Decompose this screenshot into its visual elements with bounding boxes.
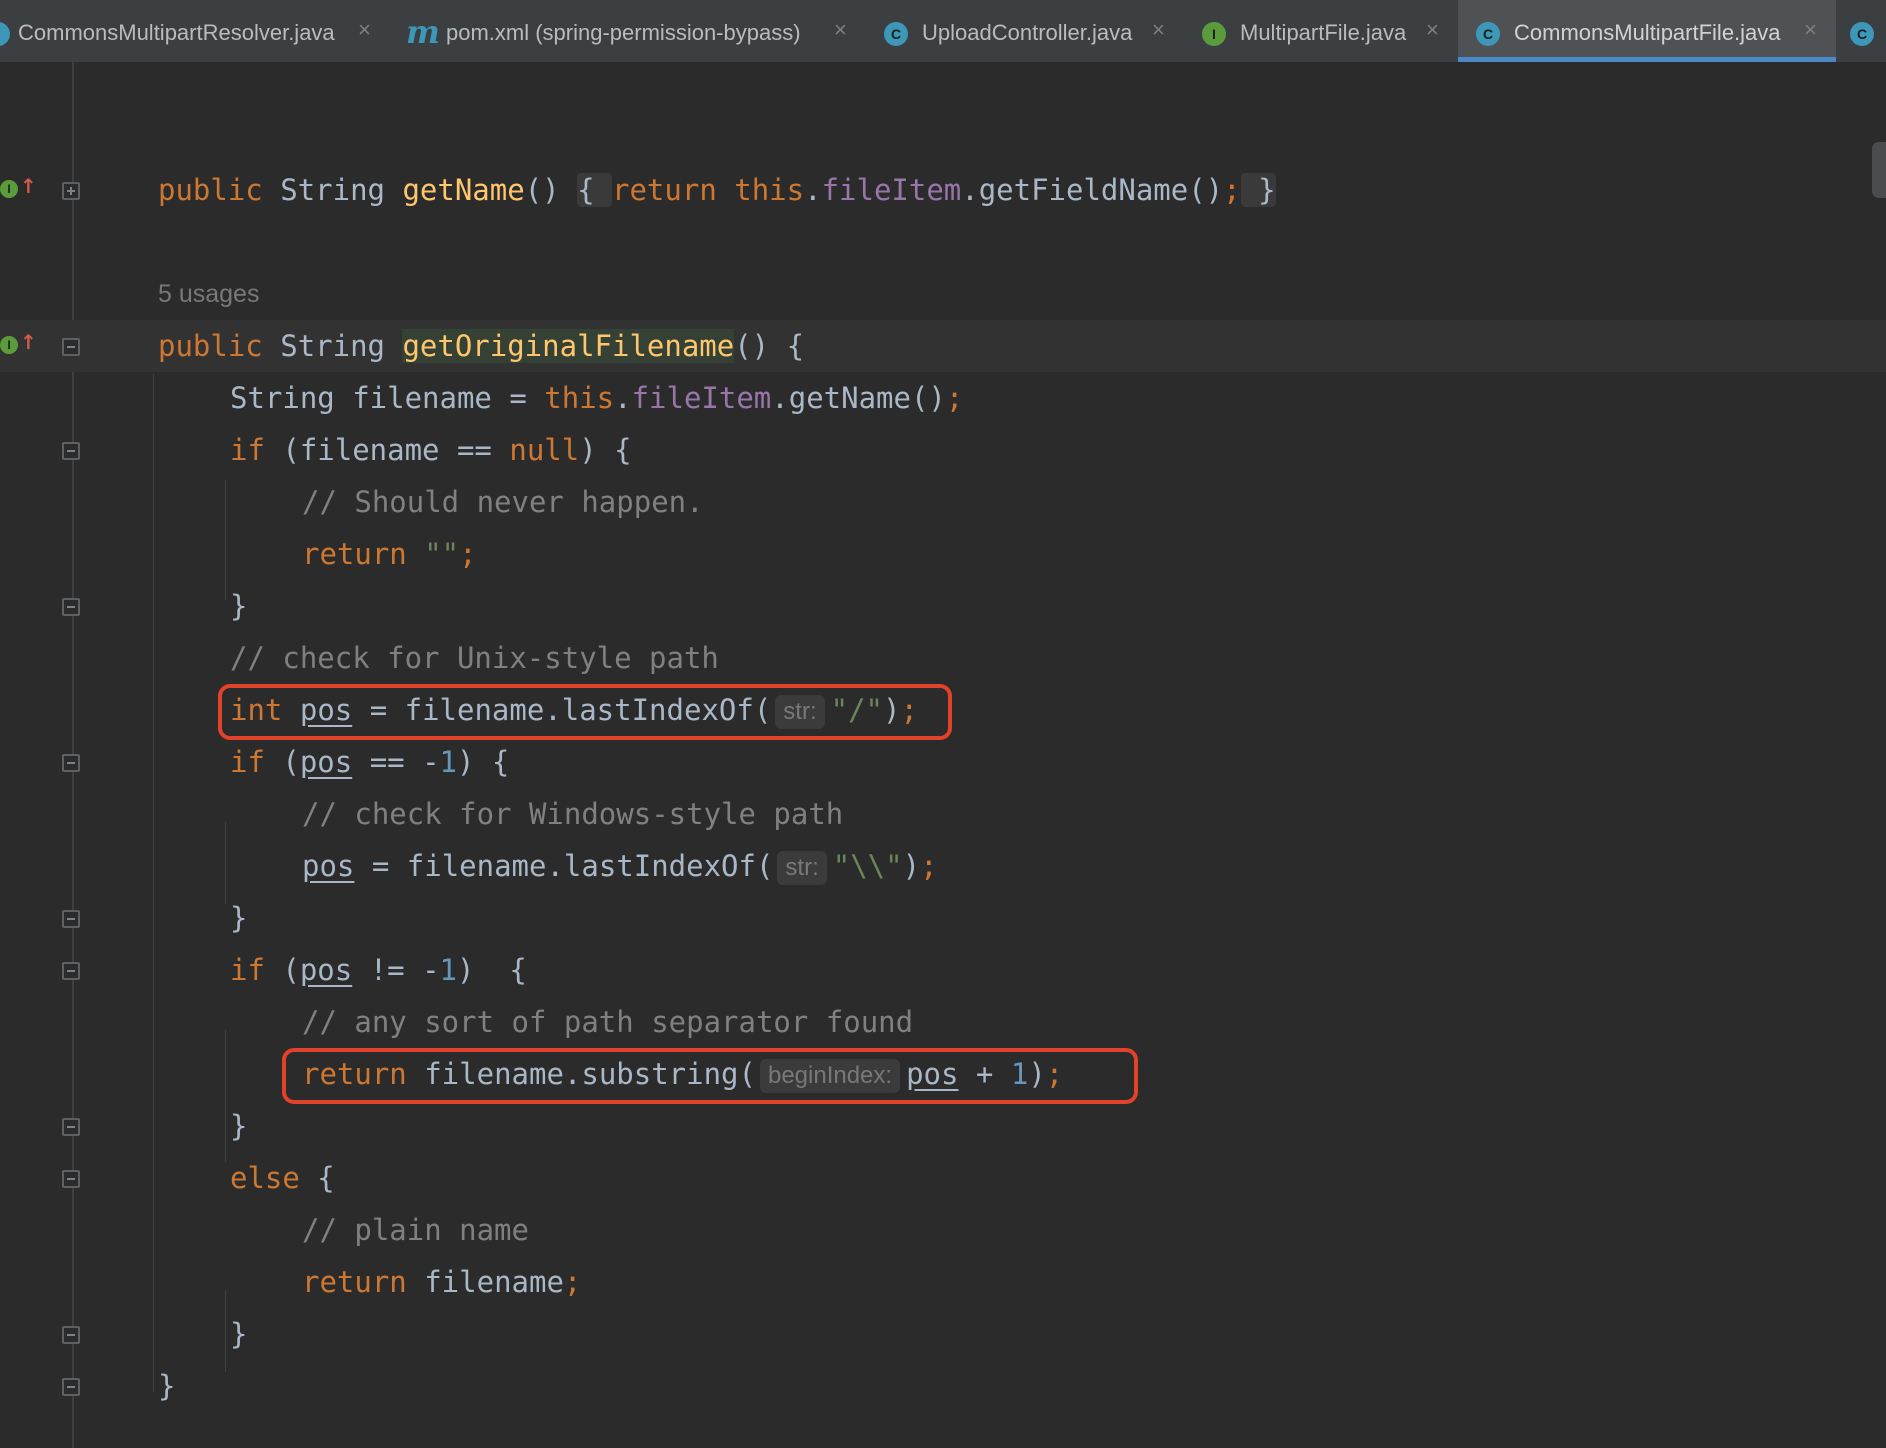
fold-end-icon[interactable]: [62, 1326, 80, 1344]
fold-end-icon[interactable]: [62, 1118, 80, 1136]
fold-collapse-icon[interactable]: [62, 338, 80, 356]
tab-multipartfile[interactable]: I MultipartFile.java ×: [1186, 0, 1458, 62]
code-line: if (pos == -1) {: [230, 745, 510, 779]
code-comment: // check for Windows-style path: [302, 797, 844, 831]
fold-expand-icon[interactable]: [62, 182, 80, 200]
fold-end-icon[interactable]: [62, 598, 80, 616]
code-line: }: [230, 589, 248, 623]
folded-brace[interactable]: }: [1240, 173, 1276, 207]
code-line: }: [230, 901, 248, 935]
class-icon: C: [884, 22, 908, 46]
fold-end-icon[interactable]: [62, 1378, 80, 1396]
close-icon[interactable]: ×: [834, 17, 847, 43]
code-line: return "";: [302, 537, 477, 571]
fold-collapse-icon[interactable]: [62, 1170, 80, 1188]
class-icon: C: [1476, 22, 1500, 46]
annotation-box: [218, 684, 952, 740]
indent-guide: [225, 1030, 226, 1162]
folded-brace[interactable]: {: [577, 173, 613, 207]
tab-label: MultipartFile.java: [1240, 20, 1407, 45]
variable-pos: pos: [299, 953, 353, 987]
code-editor[interactable]: I ↑ I ↑ public String getName() { return…: [0, 62, 1886, 1448]
indent-guide: [153, 374, 154, 1392]
code-comment: // Should never happen.: [302, 485, 704, 519]
code-line: pos = filename.lastIndexOf(str: "\\");: [302, 849, 938, 885]
up-arrow-icon: ↑: [20, 174, 37, 198]
method-name-highlight: getOriginalFilename: [402, 329, 735, 363]
variable-pos: pos: [299, 745, 353, 779]
usages-hint[interactable]: 5 usages: [158, 280, 259, 309]
implements-method-marker[interactable]: I ↑: [0, 174, 37, 204]
scrollbar-thumb[interactable]: [1872, 142, 1886, 198]
code-comment: // plain name: [302, 1213, 529, 1247]
up-arrow-icon: ↑: [20, 330, 37, 354]
tab-pom-xml[interactable]: m pom.xml (spring-permission-bypass) ×: [402, 0, 870, 62]
code-comment: // check for Unix-style path: [230, 641, 719, 675]
close-icon[interactable]: ×: [1152, 17, 1165, 43]
code-line: }: [230, 1317, 248, 1351]
indent-guide: [225, 1290, 226, 1372]
tab-overflow[interactable]: C: [1836, 0, 1886, 62]
class-icon: [0, 22, 10, 46]
tab-commonsmultipartfile[interactable]: C CommonsMultipartFile.java ×: [1458, 0, 1836, 62]
tab-commonsmultipartresolver[interactable]: CommonsMultipartResolver.java ×: [0, 0, 388, 62]
interface-icon: I: [1202, 22, 1226, 46]
code-line: }: [230, 1109, 248, 1143]
tab-label: pom.xml (spring-permission-bypass): [446, 20, 801, 45]
code-line: public String getName() { return this.fi…: [158, 173, 1276, 207]
fold-end-icon[interactable]: [62, 910, 80, 928]
indent-guide: [225, 480, 226, 600]
close-icon[interactable]: ×: [1804, 17, 1817, 43]
fold-collapse-icon[interactable]: [62, 442, 80, 460]
fold-collapse-icon[interactable]: [62, 962, 80, 980]
code-line: public String getOriginalFilename() {: [158, 329, 805, 363]
class-icon: C: [1850, 22, 1874, 46]
editor-tab-bar: CommonsMultipartResolver.java × m pom.xm…: [0, 0, 1886, 63]
close-icon[interactable]: ×: [358, 17, 371, 43]
fold-collapse-icon[interactable]: [62, 754, 80, 772]
indent-guide: [225, 822, 226, 904]
tab-label: CommonsMultipartFile.java: [1514, 20, 1781, 45]
parameter-hint: str:: [777, 851, 827, 885]
code-line: return filename;: [302, 1265, 582, 1299]
annotation-box: [282, 1048, 1138, 1104]
implements-method-marker[interactable]: I ↑: [0, 330, 37, 360]
code-line: if (filename == null) {: [230, 433, 632, 467]
close-icon[interactable]: ×: [1426, 17, 1439, 43]
code-line: String filename = this.fileItem.getName(…: [230, 381, 964, 415]
tab-label: CommonsMultipartResolver.java: [18, 20, 335, 45]
interface-icon: I: [0, 336, 18, 354]
interface-icon: I: [0, 180, 18, 198]
maven-icon: m: [406, 13, 440, 51]
tab-uploadcontroller[interactable]: C UploadController.java ×: [870, 0, 1186, 62]
code-comment: // any sort of path separator found: [302, 1005, 914, 1039]
code-line: }: [158, 1369, 176, 1403]
code-line: if (pos != -1) {: [230, 953, 527, 987]
variable-pos: pos: [302, 849, 355, 883]
code-line: else {: [230, 1161, 335, 1195]
tab-label: UploadController.java: [922, 20, 1133, 45]
